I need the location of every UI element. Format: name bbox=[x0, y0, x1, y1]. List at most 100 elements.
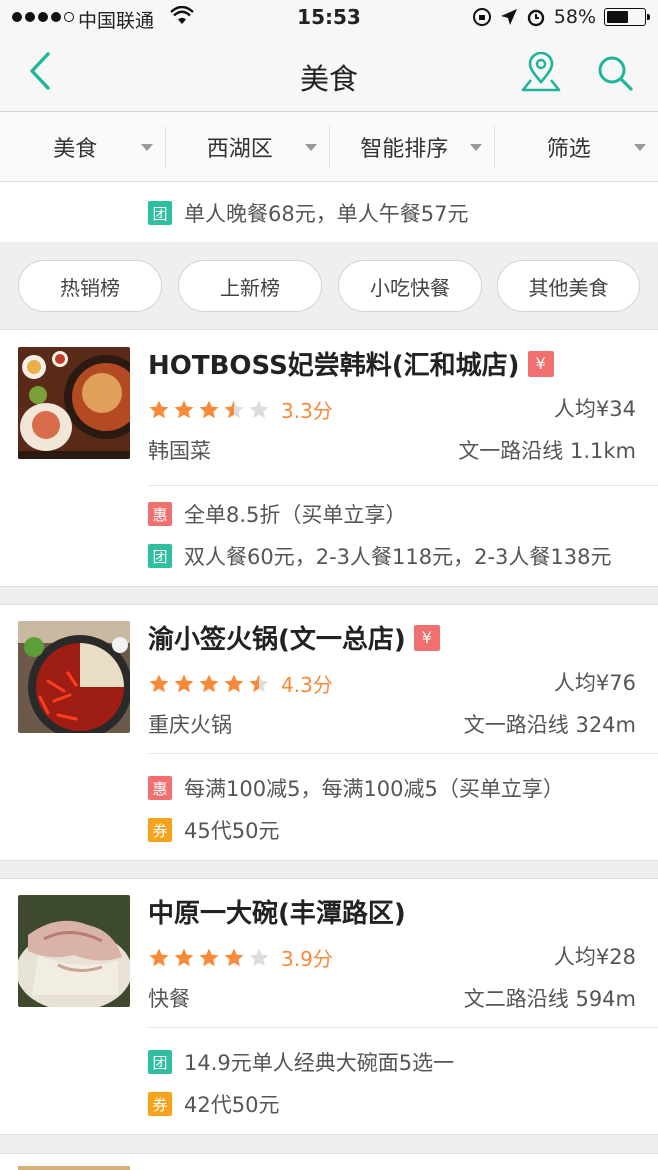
alarm-icon bbox=[527, 9, 544, 27]
coupon-badge: 券 bbox=[148, 818, 172, 842]
distance: 文二路沿线 594m bbox=[463, 987, 636, 1011]
rating-score: 3.3分 bbox=[281, 399, 333, 423]
ranking-pills: 热销榜 上新榜 小吃快餐 其他美食 bbox=[0, 242, 658, 330]
restaurant-name: 中原一大碗(丰潭路区) bbox=[148, 893, 406, 930]
rating-stars: 3.3分 bbox=[148, 395, 333, 424]
star-icon bbox=[149, 674, 169, 692]
filter-label: 美食 bbox=[53, 136, 98, 162]
battery-icon bbox=[604, 8, 650, 26]
caret-down-icon bbox=[634, 144, 646, 151]
filter-area[interactable]: 西湖区 bbox=[164, 112, 330, 181]
divider bbox=[148, 485, 658, 486]
deal-text: 42代50元 bbox=[184, 1093, 280, 1117]
filter-screen[interactable]: 筛选 bbox=[493, 112, 658, 181]
nav-bar: 美食 bbox=[0, 36, 658, 112]
rating-stars: 4.3分 bbox=[148, 669, 333, 698]
section-gap bbox=[0, 860, 658, 879]
cuisine-category: 韩国菜 bbox=[148, 439, 211, 463]
status-bar: 中国联通 15:53 58% bbox=[0, 0, 658, 36]
restaurant-photo bbox=[18, 621, 130, 733]
filter-category[interactable]: 美食 bbox=[0, 112, 165, 181]
name-text: 中原一大碗(丰潭路区) bbox=[148, 899, 406, 929]
pay-badge: ¥ bbox=[413, 624, 440, 651]
filter-label: 西湖区 bbox=[206, 136, 273, 162]
star-icon bbox=[249, 674, 269, 692]
restaurant-name: HOTBOSS妃尝韩料(汇和城店) ¥ bbox=[148, 345, 554, 382]
pill-snacks-fastfood[interactable]: 小吃快餐 bbox=[338, 260, 482, 312]
pay-badge: ¥ bbox=[527, 350, 554, 377]
restaurant-photo bbox=[18, 1166, 130, 1170]
rating-score: 3.9分 bbox=[281, 947, 333, 971]
name-text: 渝小签火锅(文一总店) bbox=[148, 625, 406, 655]
deal-text: 45代50元 bbox=[184, 819, 280, 843]
caret-down-icon bbox=[305, 144, 317, 151]
restaurant-photo bbox=[18, 347, 130, 459]
deal-row[interactable]: 团 双人餐60元，2-3人餐118元，2-3人餐138元 bbox=[148, 541, 611, 571]
restaurant-photo bbox=[18, 895, 130, 1007]
section-gap bbox=[0, 586, 658, 605]
restaurant-card[interactable]: 渝小签火锅(文一总店) ¥ 4.3分 人均¥76 重庆火锅 文一路沿线 324m … bbox=[0, 605, 658, 860]
deal-text: 每满100减5，每满100减5（买单立享） bbox=[184, 777, 564, 801]
location-pin-icon[interactable] bbox=[521, 51, 561, 98]
star-icon bbox=[199, 400, 219, 418]
name-text: HOTBOSS妃尝韩料(汇和城店) bbox=[148, 351, 520, 381]
cuisine-category: 重庆火锅 bbox=[148, 713, 232, 737]
filter-label: 智能排序 bbox=[360, 136, 449, 162]
restaurant-card[interactable]: HOTBOSS妃尝韩料(汇和城店) ¥ 3.3分 人均¥34 韩国菜 文一路沿线 … bbox=[0, 331, 658, 586]
deal-row[interactable]: 券 45代50元 bbox=[148, 815, 279, 845]
rating-score: 4.3分 bbox=[281, 673, 333, 697]
discount-badge: 惠 bbox=[148, 776, 172, 800]
star-icon bbox=[149, 948, 169, 966]
star-icon bbox=[224, 674, 244, 692]
average-price: 人均¥34 bbox=[553, 397, 636, 421]
star-icon bbox=[149, 400, 169, 418]
restaurant-card[interactable]: 中原一大碗(丰潭路区) 3.9分 人均¥28 快餐 文二路沿线 594m 团 1… bbox=[0, 879, 658, 1134]
coupon-badge: 券 bbox=[148, 1092, 172, 1116]
restaurant-card-partial[interactable] bbox=[0, 1154, 658, 1170]
deal-text: 全单8.5折（买单立享） bbox=[184, 503, 407, 527]
divider bbox=[148, 1027, 658, 1028]
location-arrow-icon bbox=[500, 9, 517, 25]
star-icon bbox=[249, 948, 269, 966]
pill-hot-sales[interactable]: 热销榜 bbox=[18, 260, 162, 312]
group-deal-badge: 团 bbox=[148, 1050, 172, 1074]
distance: 文一路沿线 1.1km bbox=[458, 439, 636, 463]
battery-percentage: 58% bbox=[553, 6, 596, 28]
previous-item-deal[interactable]: 团 单人晚餐68元，单人午餐57元 bbox=[0, 183, 658, 241]
filter-sort[interactable]: 智能排序 bbox=[329, 112, 494, 181]
pill-new-arrivals[interactable]: 上新榜 bbox=[178, 260, 322, 312]
deal-row[interactable]: 团 14.9元单人经典大碗面5选一 bbox=[148, 1047, 454, 1077]
star-icon bbox=[174, 948, 194, 966]
search-icon[interactable] bbox=[596, 54, 634, 96]
distance: 文一路沿线 324m bbox=[463, 713, 636, 737]
star-icon bbox=[224, 948, 244, 966]
divider bbox=[148, 753, 658, 754]
group-deal-badge: 团 bbox=[148, 544, 172, 568]
deal-row[interactable]: 券 42代50元 bbox=[148, 1089, 279, 1119]
star-icon bbox=[224, 400, 244, 418]
star-icon bbox=[199, 674, 219, 692]
section-gap bbox=[0, 1134, 658, 1154]
rating-stars: 3.9分 bbox=[148, 943, 333, 972]
group-deal-badge: 团 bbox=[148, 201, 172, 225]
average-price: 人均¥28 bbox=[553, 945, 636, 969]
filter-label: 筛选 bbox=[546, 136, 591, 162]
orientation-lock-icon bbox=[472, 8, 491, 26]
star-icon bbox=[174, 674, 194, 692]
deal-text: 14.9元单人经典大碗面5选一 bbox=[184, 1051, 455, 1075]
star-icon bbox=[174, 400, 194, 418]
deal-row[interactable]: 惠 全单8.5折（买单立享） bbox=[148, 499, 406, 529]
cuisine-category: 快餐 bbox=[148, 987, 190, 1011]
deal-text: 双人餐60元，2-3人餐118元，2-3人餐138元 bbox=[184, 545, 612, 569]
deal-text: 单人晚餐68元，单人午餐57元 bbox=[184, 202, 469, 226]
caret-down-icon bbox=[140, 144, 153, 151]
deal-row[interactable]: 惠 每满100减5，每满100减5（买单立享） bbox=[148, 773, 564, 803]
star-icon bbox=[199, 948, 219, 966]
average-price: 人均¥76 bbox=[553, 671, 636, 695]
star-icon bbox=[249, 400, 269, 418]
restaurant-name: 渝小签火锅(文一总店) ¥ bbox=[148, 619, 440, 656]
pill-other-food[interactable]: 其他美食 bbox=[497, 260, 640, 312]
caret-down-icon bbox=[469, 144, 482, 151]
discount-badge: 惠 bbox=[148, 502, 172, 526]
filter-bar: 美食 西湖区 智能排序 筛选 bbox=[0, 112, 658, 182]
